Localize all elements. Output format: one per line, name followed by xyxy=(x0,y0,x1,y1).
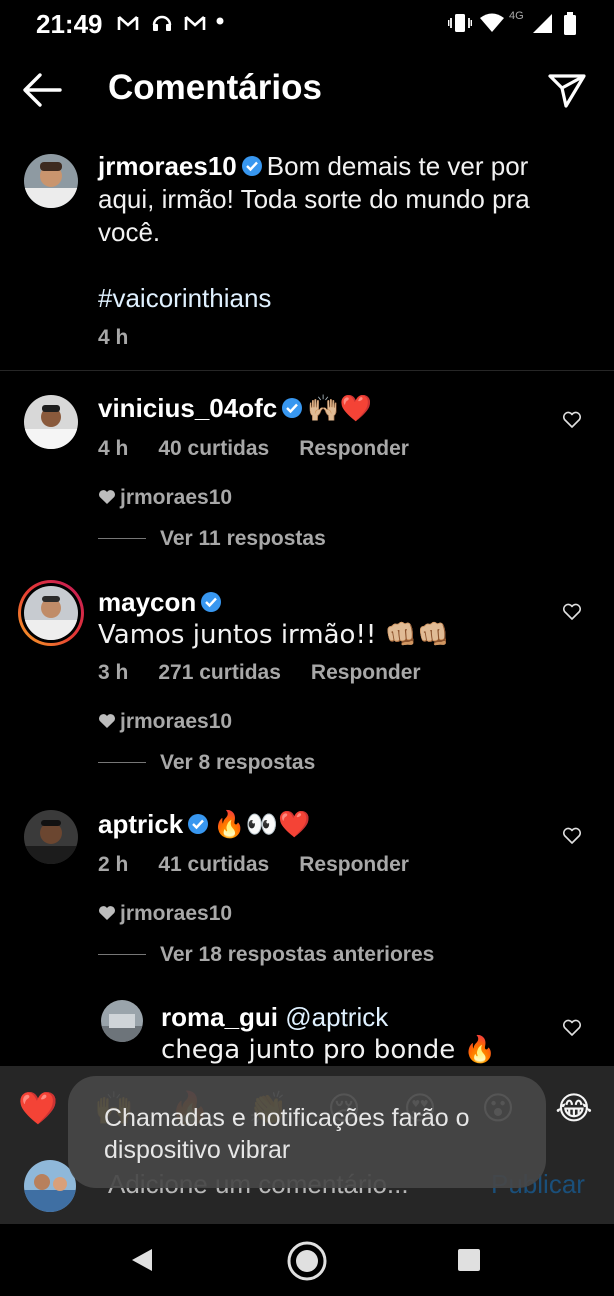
verified-badge-icon xyxy=(282,398,303,418)
like-heart-icon[interactable] xyxy=(562,1018,582,1038)
comment-body: mayconVamos juntos irmão!! 👊🏼👊🏼 xyxy=(98,586,538,651)
direct-send-icon[interactable] xyxy=(546,70,588,110)
emoji-laugh-button[interactable]: 😂 xyxy=(552,1086,596,1130)
comment-meta: 3 h 271 curtidas Responder xyxy=(98,661,451,685)
comment-meta: 2 h 41 curtidas Responder xyxy=(98,853,439,877)
gmail-icon xyxy=(117,16,139,30)
page-title: Comentários xyxy=(108,68,322,107)
caption-username[interactable]: jrmoraes10 xyxy=(98,151,237,181)
battery-icon xyxy=(564,12,576,35)
liked-by-author: jrmoraes10 xyxy=(98,710,232,734)
verified-badge-icon xyxy=(241,156,262,176)
comment-time: 4 h xyxy=(98,437,129,460)
liked-by-author: jrmoraes10 xyxy=(98,486,232,510)
caption-divider xyxy=(0,370,614,371)
heart-filled-icon xyxy=(99,714,115,728)
comment-text: 🙌🏼❤️ xyxy=(307,394,372,424)
nav-recents-icon[interactable] xyxy=(457,1248,481,1272)
reply-avatar[interactable] xyxy=(101,1000,143,1042)
toast-text: Chamadas e notificações farão o disposit… xyxy=(104,1104,470,1164)
reply-button[interactable]: Responder xyxy=(299,853,409,876)
caption-meta: 4 h xyxy=(98,326,158,350)
system-nav-bar xyxy=(0,1224,614,1296)
emoji-heart-button[interactable]: ❤️ xyxy=(16,1086,60,1130)
header: Comentários xyxy=(0,48,614,132)
comment-time: 2 h xyxy=(98,853,129,876)
caption-hashtag[interactable]: #vaicorinthians xyxy=(98,283,271,313)
reply-body: roma_gui @aptrick chega junto pro bonde … xyxy=(161,1001,551,1066)
network-type: 4G xyxy=(509,10,524,22)
replies-line xyxy=(98,538,146,539)
dot-icon xyxy=(216,17,224,25)
view-replies-button[interactable]: Ver 8 respostas xyxy=(98,751,315,775)
comment-likes[interactable]: 40 curtidas xyxy=(158,437,269,460)
headset-icon xyxy=(152,15,172,31)
comment-body: aptrick 🔥👀❤️ xyxy=(98,808,538,841)
like-heart-icon[interactable] xyxy=(562,602,582,622)
heart-filled-icon xyxy=(99,490,115,504)
view-replies-button[interactable]: Ver 18 respostas anteriores xyxy=(98,943,434,967)
gmail-icon-2 xyxy=(184,16,206,30)
caption: jrmoraes10 Bom demais te ver por aqui, ir… xyxy=(98,150,568,315)
wifi-icon xyxy=(480,13,504,32)
reply-username[interactable]: roma_gui xyxy=(161,1002,278,1032)
reply-mention[interactable]: @aptrick xyxy=(285,1002,388,1032)
caption-avatar[interactable] xyxy=(24,154,78,208)
reply-button[interactable]: Responder xyxy=(311,661,421,684)
comment-text: Vamos juntos irmão!! 👊🏼👊🏼 xyxy=(98,620,450,650)
comment-avatar[interactable] xyxy=(24,810,78,864)
comment-likes[interactable]: 271 curtidas xyxy=(158,661,281,684)
like-heart-icon[interactable] xyxy=(562,410,582,430)
like-heart-icon[interactable] xyxy=(562,826,582,846)
comment-likes[interactable]: 41 curtidas xyxy=(158,853,269,876)
comment-time: 3 h xyxy=(98,661,129,684)
signal-icon xyxy=(533,14,552,33)
view-replies-button[interactable]: Ver 11 respostas xyxy=(98,527,326,551)
replies-line xyxy=(98,954,146,955)
caption-time: 4 h xyxy=(98,326,129,349)
system-toast: Chamadas e notificações farão o disposit… xyxy=(68,1076,546,1188)
verified-badge-icon xyxy=(188,814,209,834)
status-bar: 21:49 4G xyxy=(0,0,614,48)
nav-home-icon[interactable] xyxy=(286,1240,328,1282)
back-arrow-icon[interactable] xyxy=(20,70,64,110)
replies-line xyxy=(98,762,146,763)
comment-avatar[interactable] xyxy=(24,395,78,449)
reply-button[interactable]: Responder xyxy=(299,437,409,460)
vibrate-icon xyxy=(448,14,472,32)
comment-username[interactable]: vinicius_04ofc xyxy=(98,393,277,423)
comment-text: 🔥👀❤️ xyxy=(213,810,311,840)
verified-badge-icon xyxy=(201,592,222,612)
nav-back-icon[interactable] xyxy=(128,1246,156,1274)
comment-meta: 4 h 40 curtidas Responder xyxy=(98,437,439,461)
status-time: 21:49 xyxy=(36,9,103,39)
reply-text: chega junto pro bonde 🔥 xyxy=(161,1035,496,1065)
comment-body: vinicius_04ofc 🙌🏼❤️ xyxy=(98,392,538,425)
liked-by-author: jrmoraes10 xyxy=(98,902,232,926)
comment-avatar-story[interactable] xyxy=(18,580,84,646)
heart-filled-icon xyxy=(99,906,115,920)
comment-username[interactable]: aptrick xyxy=(98,809,183,839)
comment-username[interactable]: maycon xyxy=(98,587,196,617)
